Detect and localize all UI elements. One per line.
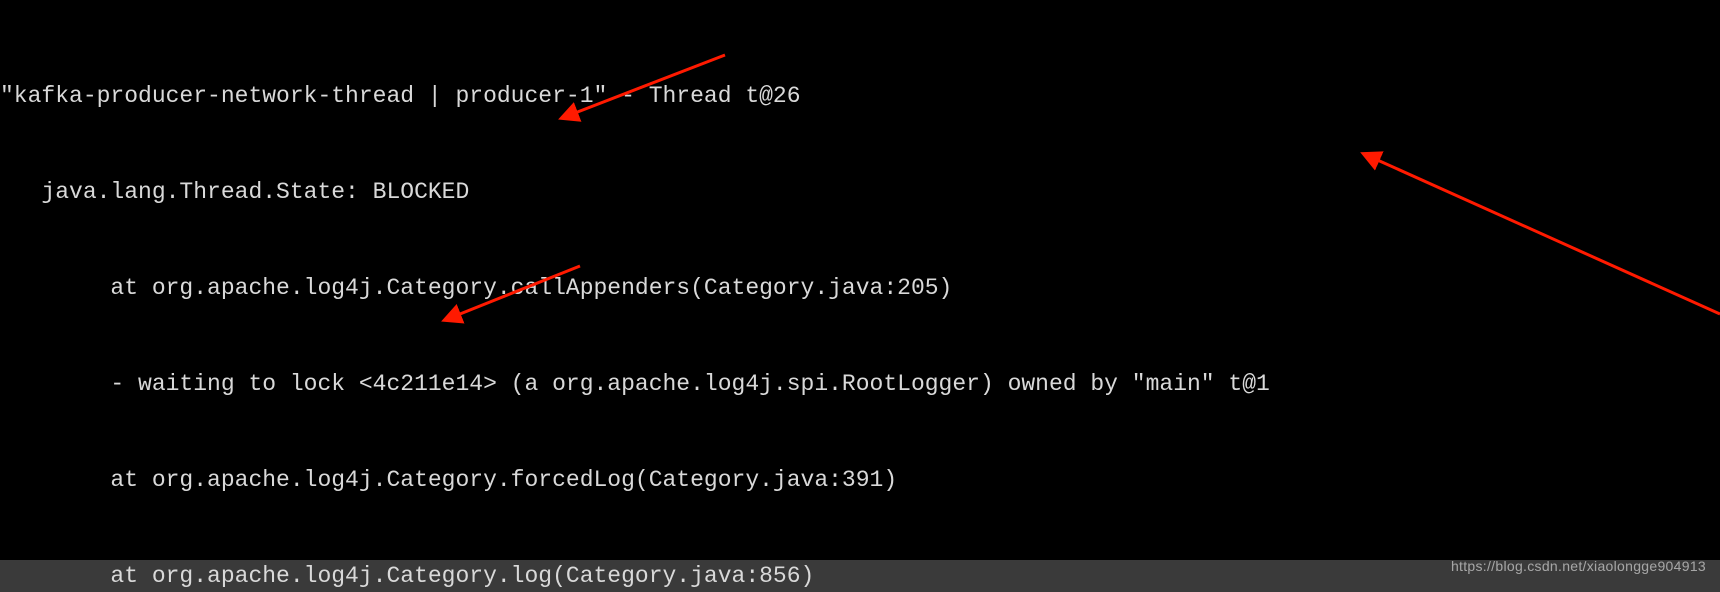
thread-dump: "kafka-producer-network-thread | produce… [0, 0, 1720, 592]
thread-header: "kafka-producer-network-thread | produce… [0, 80, 1720, 112]
stack-frame-highlighted: at org.apache.log4j.Category.log(Categor… [0, 560, 1720, 592]
stack-frame: - waiting to lock <4c211e14> (a org.apac… [0, 368, 1720, 400]
stack-frame: at org.apache.log4j.Category.forcedLog(C… [0, 464, 1720, 496]
stack-frame: at org.apache.log4j.Category.callAppende… [0, 272, 1720, 304]
thread-state: java.lang.Thread.State: BLOCKED [0, 176, 1720, 208]
